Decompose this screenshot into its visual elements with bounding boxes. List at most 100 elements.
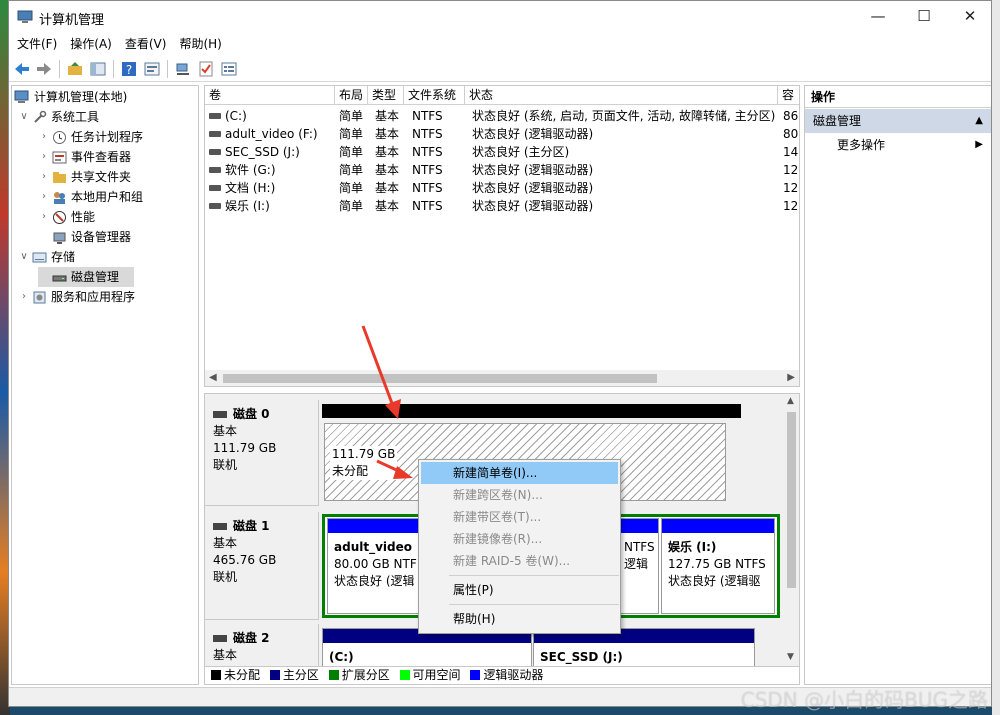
legend-swatch-extended xyxy=(328,670,339,680)
tree-item-system-tools[interactable]: ∨ 系统工具 xyxy=(18,107,194,127)
menu-item-new-spanned-volume[interactable]: 新建跨区卷(N)... xyxy=(421,484,618,506)
tree-item-computer-management[interactable]: 计算机管理(本地) xyxy=(14,87,194,107)
view-details-icon[interactable] xyxy=(220,60,238,78)
scrollbar-thumb[interactable] xyxy=(787,412,796,588)
expand-chevron-icon[interactable]: › xyxy=(18,287,30,307)
menu-view[interactable]: 查看(V) xyxy=(117,33,172,55)
menu-bar: 文件(F) 操作(A) 查看(V) 帮助(H) xyxy=(9,33,991,55)
disk-name: 磁盘 2 xyxy=(233,631,270,645)
collapse-chevron-icon[interactable]: ∨ xyxy=(18,107,30,127)
partition-detail: 127.75 GB NTFS xyxy=(668,557,766,571)
vertical-scrollbar[interactable]: ▲ ▼ xyxy=(783,394,799,664)
context-menu: 新建简单卷(I)... 新建跨区卷(N)... 新建带区卷(T)... 新建镜像… xyxy=(418,459,621,634)
disk-status: 联机 xyxy=(213,570,238,584)
svg-text:?: ? xyxy=(126,63,132,77)
more-actions-item[interactable]: 更多操作 ▶ xyxy=(805,134,991,156)
tree-item-shared-folders[interactable]: › 共享文件夹 xyxy=(38,167,194,187)
expand-chevron-icon[interactable]: › xyxy=(38,167,50,187)
partition-entertainment[interactable]: 娱乐 (I:) 127.75 GB NTFS 状态良好 (逻辑驱 xyxy=(661,518,775,614)
tree-item-local-users-groups[interactable]: › 本地用户和组 xyxy=(38,187,194,207)
unallocated-bar xyxy=(322,404,741,418)
back-arrow-icon[interactable] xyxy=(13,60,31,78)
scroll-left-icon[interactable]: ◀ xyxy=(209,370,217,386)
cell-status: 状态良好 (逻辑驱动器) xyxy=(472,163,594,177)
close-button[interactable]: ✕ xyxy=(947,1,991,31)
menu-file[interactable]: 文件(F) xyxy=(9,33,62,55)
cell-volume: SEC_SSD (J:) xyxy=(225,145,300,159)
column-header-status[interactable]: 状态 xyxy=(465,86,778,105)
menu-item-new-striped-volume[interactable]: 新建带区卷(T)... xyxy=(421,506,618,528)
scroll-right-icon[interactable]: ▶ xyxy=(787,370,795,386)
column-header-type[interactable]: 类型 xyxy=(368,86,404,105)
expand-chevron-icon[interactable]: › xyxy=(38,147,50,167)
column-header-volume[interactable]: 卷 xyxy=(205,86,335,105)
cell-layout: 简单 xyxy=(339,163,364,177)
menu-item-help[interactable]: 帮助(H) xyxy=(421,608,618,630)
table-row[interactable]: 软件 (G:) 简单 基本 NTFS 状态良好 (逻辑驱动器) 12 xyxy=(205,161,799,179)
partition-c[interactable]: (C:) xyxy=(322,628,532,668)
expand-chevron-icon[interactable]: › xyxy=(38,207,50,227)
volume-icon xyxy=(209,113,221,119)
column-header-filesystem[interactable]: 文件系统 xyxy=(404,86,465,105)
expand-chevron-icon[interactable]: › xyxy=(38,187,50,207)
minimize-button[interactable]: — xyxy=(855,1,901,31)
cell-filesystem: NTFS xyxy=(412,109,443,123)
cell-capacity: 12 xyxy=(783,181,799,195)
disk-size: 465.76 GB xyxy=(213,553,277,567)
show-hide-tree-icon[interactable] xyxy=(89,60,107,78)
tree-item-performance[interactable]: › 性能 xyxy=(38,207,194,227)
cell-volume: (C:) xyxy=(225,109,247,123)
partition-adult-video[interactable]: adult_video 80.00 GB NTF 状态良好 (逻辑 xyxy=(327,518,423,614)
toolbar-separator xyxy=(59,60,60,78)
collapse-chevron-icon[interactable]: ∨ xyxy=(18,247,30,267)
menu-item-new-simple-volume[interactable]: 新建简单卷(I)... xyxy=(421,462,618,484)
cell-type: 基本 xyxy=(375,145,400,159)
disk-1-info[interactable]: 磁盘 1 基本 465.76 GB 联机 xyxy=(205,512,319,620)
collapse-triangle-icon[interactable]: ▲ xyxy=(975,109,983,133)
table-row[interactable]: SEC_SSD (J:) 简单 基本 NTFS 状态良好 (主分区) 14 xyxy=(205,143,799,161)
forward-arrow-icon[interactable] xyxy=(35,60,53,78)
clock-icon xyxy=(53,131,66,144)
column-header-layout[interactable]: 布局 xyxy=(335,86,368,105)
column-header-capacity[interactable]: 容 xyxy=(778,86,799,105)
actions-group-disk-management[interactable]: 磁盘管理 ▲ xyxy=(805,109,991,133)
expand-chevron-icon[interactable]: › xyxy=(38,127,50,147)
table-row[interactable]: 文档 (H:) 简单 基本 NTFS 状态良好 (逻辑驱动器) 12 xyxy=(205,179,799,197)
menu-item-new-raid5-volume[interactable]: 新建 RAID-5 卷(W)... xyxy=(421,550,618,572)
tree-item-task-scheduler[interactable]: › 任务计划程序 xyxy=(38,127,194,147)
scrollbar-thumb[interactable] xyxy=(223,374,657,383)
scroll-up-icon[interactable]: ▲ xyxy=(787,396,794,406)
tree-item-device-manager[interactable]: 设备管理器 xyxy=(38,227,194,247)
partition-state: 状态良好 (逻辑 xyxy=(334,574,415,588)
menu-separator xyxy=(449,604,619,605)
menu-item-new-mirrored-volume[interactable]: 新建镜像卷(R)... xyxy=(421,528,618,550)
help-icon[interactable]: ? xyxy=(120,60,138,78)
partition-sec-ssd[interactable]: SEC_SSD (J:) xyxy=(533,628,755,668)
cell-layout: 简单 xyxy=(339,199,364,213)
tree-item-services-apps[interactable]: › 服务和应用程序 xyxy=(18,287,194,307)
menu-help[interactable]: 帮助(H) xyxy=(171,33,226,55)
horizontal-scrollbar[interactable]: ◀ ▶ xyxy=(205,370,799,386)
cell-type: 基本 xyxy=(375,199,400,213)
legend-swatch-free-space xyxy=(399,670,410,680)
menu-item-properties[interactable]: 属性(P) xyxy=(421,579,618,601)
properties-icon[interactable] xyxy=(143,60,161,78)
tree-item-label: 性能 xyxy=(71,210,96,224)
tree-item-storage[interactable]: ∨ 存储 xyxy=(18,247,194,267)
table-row[interactable]: (C:) 简单 基本 NTFS 状态良好 (系统, 启动, 页面文件, 活动, … xyxy=(205,107,799,125)
menu-action[interactable]: 操作(A) xyxy=(62,33,117,55)
cell-layout: 简单 xyxy=(339,145,364,159)
cell-status: 状态良好 (系统, 启动, 页面文件, 活动, 故障转储, 主分区) xyxy=(472,109,776,123)
checklist-icon[interactable] xyxy=(197,60,215,78)
table-row[interactable]: adult_video (F:) 简单 基本 NTFS 状态良好 (逻辑驱动器)… xyxy=(205,125,799,143)
partition-name: (C:) xyxy=(329,650,354,664)
scroll-down-icon[interactable]: ▼ xyxy=(787,652,794,662)
table-row[interactable]: 娱乐 (I:) 简单 基本 NTFS 状态良好 (逻辑驱动器) 12 xyxy=(205,197,799,215)
tree-item-event-viewer[interactable]: › 事件查看器 xyxy=(38,147,194,167)
tree-item-disk-management[interactable]: 磁盘管理 xyxy=(38,267,134,287)
connect-icon[interactable] xyxy=(174,60,192,78)
cell-filesystem: NTFS xyxy=(412,181,443,195)
disk-0-info[interactable]: 磁盘 0 基本 111.79 GB 联机 xyxy=(205,400,319,506)
maximize-button[interactable]: ☐ xyxy=(901,1,947,31)
up-folder-icon[interactable] xyxy=(66,60,84,78)
